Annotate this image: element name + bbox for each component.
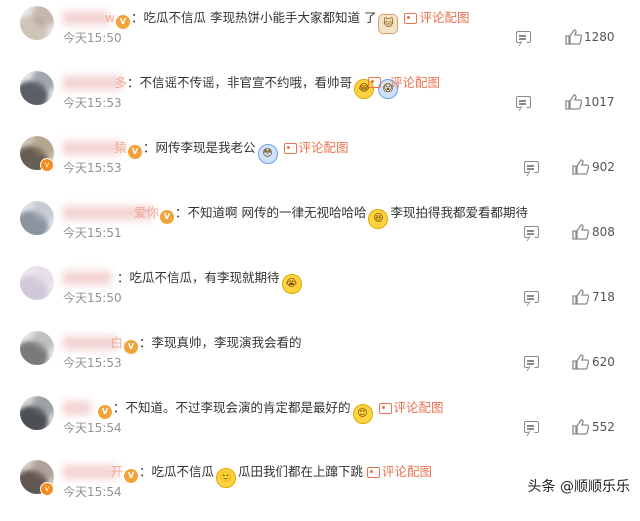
like-icon[interactable] (572, 354, 589, 370)
reply-icon[interactable] (524, 226, 539, 238)
image-icon[interactable] (404, 13, 418, 24)
reply-icon[interactable] (524, 291, 539, 303)
like-icon[interactable] (572, 224, 589, 240)
comment-image-link[interactable]: 评论配图 (394, 400, 444, 415)
happy-face-icon: 😊 (352, 404, 373, 424)
avatar[interactable] (20, 71, 54, 105)
comment-item: ：吃瓜不信瓜，有李现就期待 😭 今天15:50 718 (0, 263, 640, 327)
reply-icon[interactable] (516, 31, 531, 43)
comment-text: ：不知道啊 网传的一律无视哈哈哈 (175, 205, 367, 220)
comment-item: V ：不知道。不过李现会演的肯定都是最好的 😊 评论配图 今天15:54 552 (0, 393, 640, 457)
comment-text: ：李现真帅，李现演我会看的 (139, 335, 302, 350)
timestamp: 今天15:50 (63, 31, 122, 45)
timestamp: 今天15:53 (63, 96, 122, 110)
comment-text: ：网传李现是我老公 (143, 140, 256, 155)
reply-icon[interactable] (524, 356, 539, 368)
avatar[interactable] (20, 331, 54, 365)
timestamp: 今天15:51 (63, 226, 122, 240)
comment-text-continued: 瓜田我们都在上蹿下跳 (238, 464, 364, 479)
avatar[interactable] (20, 396, 54, 430)
comment-text: ：吃瓜不信瓜，有李现就期待 (117, 270, 280, 285)
vip-badge-icon: V (124, 469, 138, 483)
reply-icon[interactable] (516, 96, 531, 108)
reply-icon[interactable] (524, 421, 539, 433)
avatar[interactable] (20, 201, 54, 235)
timestamp: 今天15:50 (63, 291, 122, 305)
like-icon[interactable] (565, 29, 582, 45)
comment-text: ：吃瓜不信瓜 李现热饼小能手大家都知道 了 (131, 10, 377, 25)
like-count: 718 (592, 290, 615, 304)
crying-face-icon: 😭 (281, 274, 302, 294)
comment-image-link[interactable]: 评论配图 (382, 464, 432, 479)
comment-item: 多：不信谣不传谣，非官宣不约哦，看帅哥 😂 😱 今天15:53 1017 (0, 68, 640, 132)
avatar[interactable] (20, 6, 54, 40)
verified-badge-icon: v (40, 482, 54, 496)
like-count: 808 (592, 225, 615, 239)
timestamp: 今天15:53 (63, 356, 122, 370)
comment-image-link[interactable]: 评论配图 (419, 10, 469, 25)
comment-image-link[interactable]: 评论配图 (299, 140, 349, 155)
like-count: 552 (592, 420, 615, 434)
like-count: 1280 (584, 30, 615, 44)
image-icon[interactable] (283, 143, 297, 154)
image-icon[interactable] (367, 467, 381, 478)
comment-text: ：吃瓜不信瓜 (139, 464, 215, 479)
vip-badge-icon: V (124, 340, 138, 354)
comment-item: 白 V ：李现真帅，李现演我会看的 今天15:53 620 (0, 328, 640, 392)
image-icon[interactable] (378, 403, 392, 414)
like-count: 1017 (584, 95, 615, 109)
reply-icon[interactable] (524, 161, 539, 173)
timestamp: 今天15:54 (63, 485, 122, 499)
vip-badge-icon: V (160, 210, 174, 224)
like-icon[interactable] (572, 159, 589, 175)
shy-face-icon: 😳 (257, 144, 278, 164)
image-icon[interactable] (368, 77, 381, 88)
cat-icon: 🐱 (378, 14, 399, 34)
smile-face-icon: 🙂 (216, 468, 237, 488)
grin-face-icon: 😆 (368, 209, 389, 229)
like-count: 902 (592, 160, 615, 174)
watermark: 头条 @顺顺乐乐 (527, 479, 630, 495)
like-count: 620 (592, 355, 615, 369)
comment-text: ：不知道。不过李现会演的肯定都是最好的 (113, 400, 351, 415)
comment-image-link[interactable]: 评论配图 (390, 73, 440, 93)
comment-text: ：不信谣不传谣，非官宣不约哦，看帅哥 (127, 75, 353, 90)
comment-item: w V ：吃瓜不信瓜 李现热饼小能手大家都知道 了 🐱 评论配图 今天15:50 128… (0, 3, 640, 67)
comment-text-continued: 李现拍得我都爱看都期待 (390, 205, 528, 220)
timestamp: 今天15:53 (63, 161, 122, 175)
vip-badge-icon: V (128, 145, 142, 159)
timestamp: 今天15:54 (63, 421, 122, 435)
like-icon[interactable] (572, 289, 589, 305)
vip-badge-icon: V (98, 405, 112, 419)
verified-badge-icon: v (40, 158, 54, 172)
comment-item: v 猿 V ：网传李现是我老公 😳 评论配图 今天15:53 902 (0, 133, 640, 197)
vip-badge-icon: V (116, 15, 130, 29)
like-icon[interactable] (572, 419, 589, 435)
like-icon[interactable] (565, 94, 582, 110)
avatar[interactable] (20, 266, 54, 300)
comment-item: 爱你 V ：不知道啊 网传的一律无视哈哈哈 😆 李现拍得我都爱看都期待 今天15:51 … (0, 198, 640, 262)
